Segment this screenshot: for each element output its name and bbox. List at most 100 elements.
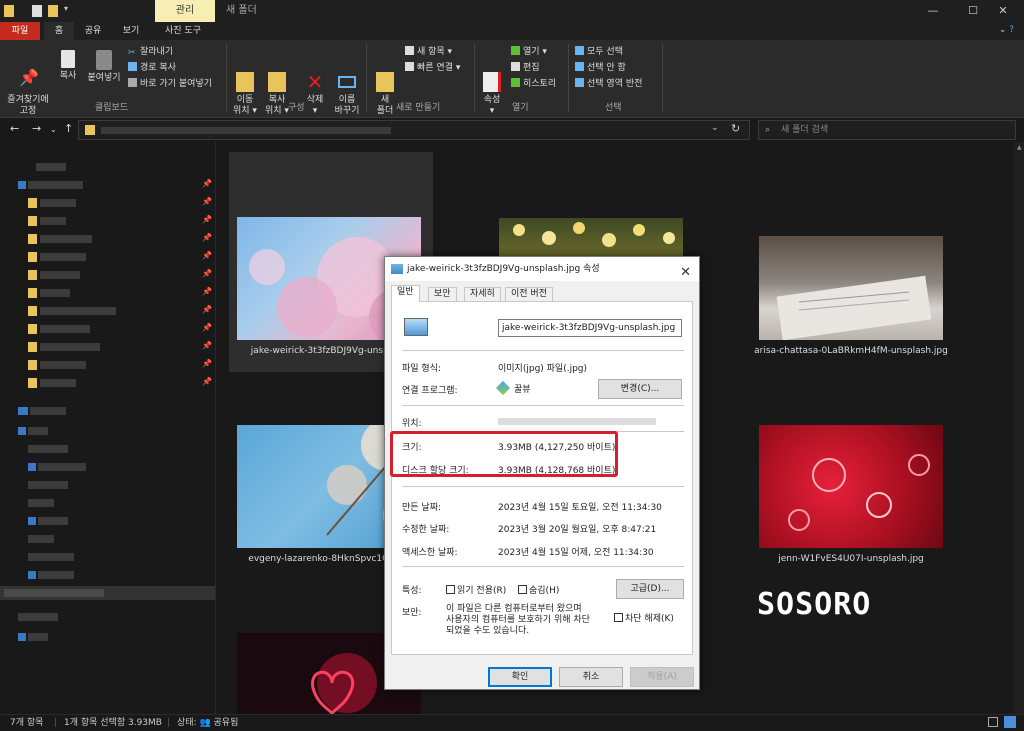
nav-item[interactable]: [0, 568, 216, 582]
attributes-label: 특성:: [402, 586, 422, 596]
pin-icon: 📌: [202, 305, 212, 314]
file-name[interactable]: jenn-W1FvES4U07I-unsplash.jpg: [737, 554, 965, 564]
address-dropdown-icon[interactable]: ⌄: [711, 123, 719, 133]
open-button[interactable]: 열기 ▾: [511, 45, 547, 60]
cancel-button[interactable]: 취소: [559, 667, 623, 687]
move-to-button[interactable]: 이동 위치 ▾: [231, 50, 259, 128]
created-label: 만든 날짜:: [402, 503, 442, 513]
forward-arrow-icon[interactable]: →: [32, 122, 41, 135]
pin-to-quick-access-button[interactable]: 📌 즐겨찾기에 고정: [4, 50, 52, 128]
nav-item[interactable]: [0, 460, 216, 474]
nav-item[interactable]: 📌: [0, 196, 216, 210]
paste-shortcut-button[interactable]: 바로 가기 붙여넣기: [128, 77, 212, 92]
nav-item[interactable]: [0, 404, 216, 418]
tab-details[interactable]: 자세히: [464, 287, 501, 301]
search-input[interactable]: ⌕ 새 폴더 검색: [758, 120, 1016, 140]
file-thumbnail[interactable]: [759, 425, 943, 548]
nav-item[interactable]: 📌: [0, 358, 216, 372]
nav-item[interactable]: [0, 514, 216, 528]
unblock-checkbox[interactable]: 차단 해제(K): [614, 611, 674, 624]
nav-item[interactable]: [0, 160, 216, 174]
easy-access-icon: [405, 62, 414, 71]
change-button[interactable]: 변경(C)...: [598, 379, 682, 399]
details-view-icon[interactable]: [988, 717, 998, 727]
copy-button[interactable]: 복사: [54, 50, 82, 82]
group-divider: [366, 44, 367, 112]
file-name[interactable]: arisa-chattasa-0LaBRkmH4fM-unsplash.jpg: [737, 346, 965, 356]
properties-button[interactable]: 속성 ▾: [478, 50, 506, 128]
new-folder-icon[interactable]: [48, 5, 58, 17]
recent-dropdown-icon[interactable]: ⌄: [50, 125, 57, 134]
close-button[interactable]: ✕: [980, 0, 1024, 22]
dialog-close-icon[interactable]: ✕: [680, 261, 691, 285]
apply-button[interactable]: 적용(A): [630, 667, 694, 687]
nav-item[interactable]: 📌: [0, 214, 216, 228]
select-all-button[interactable]: 모두 선택: [575, 45, 623, 60]
vertical-scrollbar[interactable]: ▲: [1014, 142, 1024, 714]
cut-button[interactable]: ✂ 잘라내기: [128, 45, 173, 60]
ok-button[interactable]: 확인: [488, 667, 552, 687]
hidden-checkbox[interactable]: 숨김(H): [518, 583, 559, 596]
tab-security[interactable]: 보안: [428, 287, 457, 301]
up-arrow-icon[interactable]: ↑: [64, 122, 73, 135]
address-bar[interactable]: ⌄ ↻: [78, 120, 750, 140]
nav-item[interactable]: [0, 532, 216, 546]
nav-item[interactable]: [0, 424, 216, 438]
file-thumbnail[interactable]: [499, 218, 683, 258]
nav-item[interactable]: 📌: [0, 286, 216, 300]
help-icon[interactable]: ?: [1009, 25, 1014, 35]
readonly-checkbox[interactable]: 읽기 전용(R): [446, 583, 506, 596]
nav-item[interactable]: [0, 610, 216, 624]
tab-home[interactable]: 홈: [44, 22, 74, 40]
refresh-icon[interactable]: ↻: [731, 122, 740, 135]
edit-icon: [511, 62, 520, 71]
nav-item[interactable]: [0, 630, 216, 644]
scroll-up-icon[interactable]: ▲: [1017, 144, 1022, 151]
back-arrow-icon[interactable]: ←: [10, 122, 19, 135]
nav-item-selected[interactable]: [0, 586, 215, 600]
nav-item[interactable]: 📌: [0, 322, 216, 336]
tab-share[interactable]: 공유: [78, 22, 108, 40]
properties-icon[interactable]: [32, 5, 42, 17]
manage-context-tab[interactable]: 관리: [155, 0, 215, 22]
tab-view[interactable]: 보기: [116, 22, 146, 40]
delete-button[interactable]: ✕ 삭제 ▾: [302, 50, 328, 128]
copy-to-button[interactable]: 복사 위치 ▾: [263, 50, 291, 128]
copy-path-button[interactable]: 경로 복사: [128, 61, 176, 76]
nav-item[interactable]: [0, 442, 216, 456]
nav-item[interactable]: 📌: [0, 340, 216, 354]
nav-item[interactable]: 📌: [0, 376, 216, 390]
history-icon: [511, 78, 520, 87]
large-icons-view-icon[interactable]: [1004, 716, 1016, 728]
quick-access-dropdown-icon[interactable]: ▾: [64, 4, 68, 13]
tab-file[interactable]: 파일: [0, 22, 40, 40]
tab-general[interactable]: 일반: [391, 285, 420, 302]
daffodil-image: [513, 222, 675, 247]
select-none-button[interactable]: 선택 안 함: [575, 61, 626, 76]
ribbon-collapse-icon[interactable]: ⌄ ?: [999, 25, 1014, 35]
tab-previous-versions[interactable]: 이전 버전: [505, 287, 553, 301]
edit-button[interactable]: 편집: [511, 61, 540, 76]
nav-item[interactable]: [0, 478, 216, 492]
nav-item[interactable]: 📌: [0, 268, 216, 282]
pin-icon: 📌: [202, 377, 212, 386]
easy-access-button[interactable]: 빠른 연결 ▾: [405, 61, 460, 76]
history-button[interactable]: 히스토리: [511, 77, 556, 92]
nav-item[interactable]: 📌: [0, 232, 216, 246]
paste-button[interactable]: 붙여넣기: [84, 50, 124, 84]
new-item-button[interactable]: 새 항목 ▾: [405, 45, 452, 60]
file-thumbnail[interactable]: [759, 236, 943, 341]
invert-selection-button[interactable]: 선택 영역 반전: [575, 77, 642, 92]
nav-item[interactable]: 📌: [0, 178, 216, 192]
nav-item[interactable]: 📌: [0, 250, 216, 264]
organize-group-label: 구성: [288, 103, 305, 113]
nav-item[interactable]: 📌: [0, 304, 216, 318]
filename-input[interactable]: jake-weirick-3t3fzBDJ9Vg-unsplash.jpg: [498, 319, 682, 337]
image-file-icon: [391, 264, 403, 274]
nav-item[interactable]: [0, 496, 216, 510]
rename-button[interactable]: 이름 바꾸기: [332, 50, 362, 128]
advanced-button[interactable]: 고급(D)...: [616, 579, 684, 599]
tab-picture-tools[interactable]: 사진 도구: [150, 22, 216, 40]
nav-item[interactable]: [0, 550, 216, 564]
new-folder-button[interactable]: 새 폴더: [372, 50, 398, 128]
